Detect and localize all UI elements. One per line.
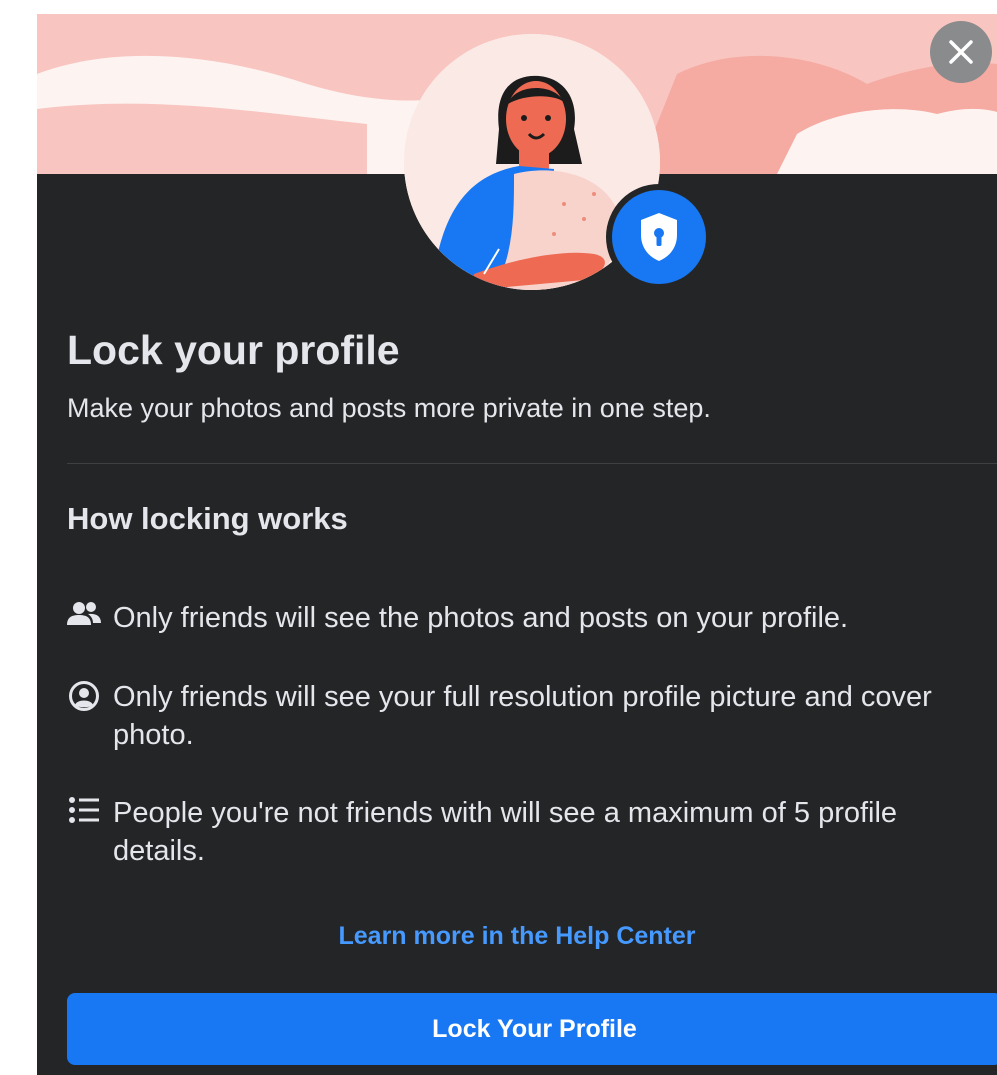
info-item-profile-details: People you're not friends with will see …	[55, 794, 997, 870]
info-item-text: Only friends will see your full resoluti…	[113, 681, 932, 751]
divider	[67, 463, 997, 464]
info-item-text: Only friends will see the photos and pos…	[113, 602, 849, 634]
shield-badge	[606, 184, 712, 290]
info-item-profile-picture: Only friends will see your full resoluti…	[55, 678, 997, 754]
info-item-text: People you're not friends with will see …	[113, 797, 898, 867]
lock-profile-button[interactable]: Lock Your Profile	[67, 993, 997, 1065]
dialog-subtitle: Make your photos and posts more private …	[67, 393, 711, 423]
help-center-link[interactable]: Learn more in the Help Center	[37, 922, 997, 951]
close-button[interactable]	[930, 21, 992, 83]
close-icon	[949, 40, 973, 64]
section-title: How locking works	[67, 501, 348, 536]
lock-profile-dialog: Lock your profile Make your photos and p…	[37, 14, 997, 1075]
dialog-title: Lock your profile	[67, 327, 400, 373]
shield-lock-icon	[641, 213, 677, 261]
info-item-friends: Only friends will see the photos and pos…	[55, 599, 997, 637]
